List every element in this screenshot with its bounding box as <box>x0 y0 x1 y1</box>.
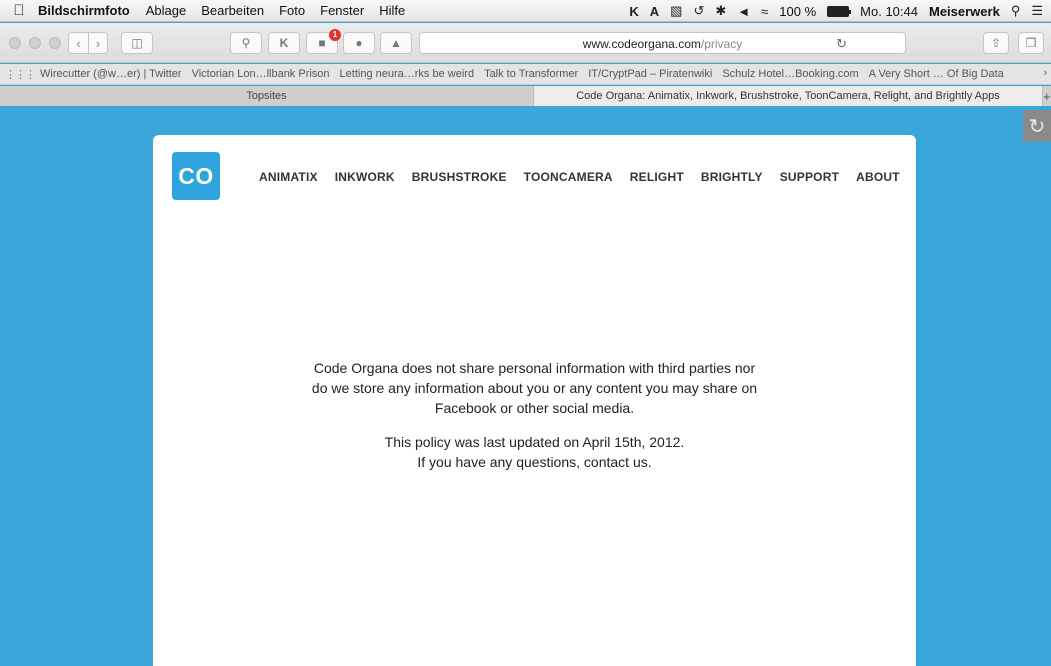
topsites-grid-icon[interactable]: ⋮⋮⋮ <box>0 68 40 81</box>
sidebar-button[interactable]: ◫ <box>121 32 153 54</box>
menu-ablage[interactable]: Ablage <box>146 3 186 18</box>
k-extension-icon: K <box>279 36 289 50</box>
url-host: www.codeorgana.com <box>582 37 701 51</box>
reload-icon[interactable]: ↻ <box>836 36 847 52</box>
url-text[interactable]: www.codeorgana.com/privacy <box>420 37 905 51</box>
nav-brushstroke[interactable]: BRUSHSTROKE <box>412 170 507 184</box>
adblock-icon: ● <box>355 36 363 50</box>
show-tabs-button[interactable]: ❐ <box>1018 32 1044 54</box>
bookmark-item[interactable]: Letting neura…rks be weird <box>340 68 475 80</box>
adblock-extension-button[interactable]: ● <box>343 32 375 54</box>
bluetooth-icon[interactable]: ✱ <box>715 3 726 19</box>
close-window-button[interactable] <box>9 37 21 49</box>
spotlight-icon[interactable]: ⚲ <box>1011 3 1021 19</box>
menu-fenster[interactable]: Fenster <box>320 3 364 18</box>
policy-line: Facebook or other social media. <box>434 400 635 416</box>
k-extension-button[interactable]: K <box>268 32 300 54</box>
notification-list-icon[interactable]: ☰ <box>1031 3 1043 19</box>
menu-hilfe[interactable]: Hilfe <box>379 3 405 18</box>
address-bar[interactable]: www.codeorgana.com/privacy ↻ <box>419 32 906 54</box>
nav-support[interactable]: SUPPORT <box>780 170 839 184</box>
bookmark-item[interactable]: Schulz Hotel…Booking.com <box>722 68 858 80</box>
policy-updated-line: This policy was last updated on April 15… <box>384 434 685 450</box>
user-name[interactable]: Meiserwerk <box>929 4 1000 19</box>
url-path: /privacy <box>700 37 743 51</box>
policy-line: do we store any information about you or… <box>311 380 758 396</box>
sidebar-icon: ◫ <box>131 36 143 50</box>
back-forward-buttons: ‹ › <box>68 32 108 54</box>
bookmark-item[interactable]: Talk to Transformer <box>484 68 578 80</box>
bookmarks-bar: ⋮⋮⋮ Wirecutter (@w…er) | Twitter Victori… <box>0 64 1051 85</box>
bookmark-item[interactable]: Wirecutter (@w…er) | Twitter <box>40 68 182 80</box>
magnifier-icon: ⚲ <box>241 36 251 50</box>
contact-line: If you have any questions, contact us. <box>417 454 652 470</box>
lock-icon: ■ <box>318 36 326 50</box>
lock-extension-button[interactable]: ■ 1 <box>306 29 341 54</box>
tab-code-organa[interactable]: Code Organa: Animatix, Inkwork, Brushstr… <box>534 86 1043 106</box>
a-app-icon[interactable]: A <box>650 4 659 19</box>
status-area: K A ▧ ↺ ✱ ◄ ≈ 100 % Mo. 10:44 Meiserwerk… <box>629 0 1043 22</box>
bookmark-item[interactable]: Victorian Lon…llbank Prison <box>192 68 330 80</box>
window-controls <box>9 37 61 49</box>
volume-icon[interactable]: ◄ <box>737 4 750 19</box>
privacy-policy-text: Code Organa does not share personal info… <box>153 358 916 486</box>
share-icon: ⇧ <box>990 36 1002 50</box>
nav-brightly[interactable]: BRIGHTLY <box>701 170 763 184</box>
minimize-window-button[interactable] <box>29 37 41 49</box>
bookmark-item[interactable]: A Very Short … Of Big Data <box>869 68 1004 80</box>
policy-statement: Code Organa does not share personal info… <box>153 358 916 418</box>
menu-app-name[interactable]: Bildschirmfoto <box>38 3 130 18</box>
wifi-icon[interactable]: ≈ <box>761 4 768 19</box>
menu-bar:  Bildschirmfoto Ablage Bearbeiten Foto … <box>0 0 1051 22</box>
tab-topsites[interactable]: Topsites <box>0 86 534 106</box>
battery-icon[interactable] <box>827 5 852 17</box>
browser-toolbar: ‹ › ◫ ⚲ K ■ 1 ● ▲ www.codeorgana.com/pri… <box>0 23 1051 63</box>
bookmarks-overflow-icon[interactable]: › <box>1043 67 1047 79</box>
policy-line: Code Organa does not share personal info… <box>313 360 756 376</box>
battery-percent[interactable]: 100 % <box>779 4 816 19</box>
policy-updated: This policy was last updated on April 15… <box>153 432 916 472</box>
site-nav: ANIMATIX INKWORK BRUSHSTROKE TOONCAMERA … <box>259 170 900 184</box>
zoom-window-button[interactable] <box>49 37 61 49</box>
tab-bar: Topsites Code Organa: Animatix, Inkwork,… <box>0 86 1051 106</box>
nav-animatix[interactable]: ANIMATIX <box>259 170 318 184</box>
keyboard-icon[interactable]: ▧ <box>670 3 682 19</box>
content-card: CO ANIMATIX INKWORK BRUSHSTROKE TOONCAME… <box>153 135 916 666</box>
k-app-icon[interactable]: K <box>629 4 638 19</box>
time-machine-icon[interactable]: ↺ <box>693 3 704 19</box>
menu-foto[interactable]: Foto <box>279 3 305 18</box>
warning-icon: ▲ <box>390 36 402 50</box>
nav-inkwork[interactable]: INKWORK <box>335 170 395 184</box>
share-button[interactable]: ⇧ <box>983 32 1009 54</box>
clock[interactable]: Mo. 10:44 <box>860 4 918 19</box>
nav-about[interactable]: ABOUT <box>856 170 900 184</box>
menu-bearbeiten[interactable]: Bearbeiten <box>201 3 264 18</box>
site-logo[interactable]: CO <box>172 152 220 200</box>
forward-icon[interactable]: › <box>88 33 107 53</box>
nav-relight[interactable]: RELIGHT <box>630 170 684 184</box>
tabs-icon: ❐ <box>1025 36 1037 50</box>
new-tab-button[interactable]: + <box>1043 86 1051 106</box>
apple-icon[interactable]:  <box>0 2 38 19</box>
warning-extension-button[interactable]: ▲ <box>380 32 412 54</box>
bookmark-item[interactable]: IT/CryptPad – Piratenwiki <box>588 68 712 80</box>
back-icon[interactable]: ‹ <box>69 33 88 53</box>
search-extension-button[interactable]: ⚲ <box>230 32 262 54</box>
extension-badge: 1 <box>329 29 341 41</box>
side-reload-icon[interactable]: ↻ <box>1023 110 1051 142</box>
nav-tooncamera[interactable]: TOONCAMERA <box>524 170 613 184</box>
